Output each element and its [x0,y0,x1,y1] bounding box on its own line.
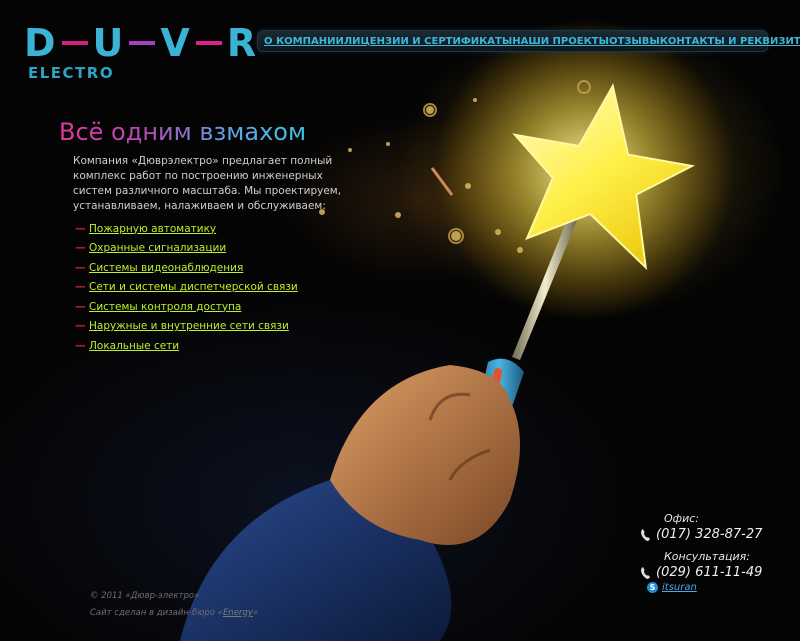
list-item: — Системы видеонаблюдения [75,258,298,278]
logo[interactable]: D U V R ELECTRO [24,24,257,82]
bullet-dash: — [75,300,86,313]
copyright: © 2011 «Дювр-электро» [90,591,200,601]
nav-item-about[interactable]: О КОМПАНИИ [264,36,344,47]
logo-dash [195,41,222,45]
service-link-access-control[interactable]: Системы контроля доступа [89,301,241,313]
skype-icon: S [647,582,658,593]
office-label: Офис: [664,512,699,525]
skype-row: S itsuran [640,582,780,593]
nav-item-reviews[interactable]: ОТЗЫВЫ [609,36,660,47]
consult-phone-row: (029) 611-11-49 [640,565,780,580]
list-item: — Сети и системы диспетчерской связи [75,278,298,298]
nav-item-projects[interactable]: НАШИ ПРОЕКТЫ [512,36,609,47]
logo-letter: V [160,21,191,65]
logo-subtitle: ELECTRO [28,64,115,82]
services-list: — Пожарную автоматику — Охранные сигнализа… [75,219,298,356]
phone-icon [641,566,650,579]
intro-text: Компания «Дюврэлектро» предлагает полный… [73,155,342,212]
contacts-block: Офис: (017) 328-87-27 Консультация: (029… [640,512,780,593]
logo-wordmark: D U V R [24,24,257,62]
consult-label: Консультация: [664,550,750,563]
credit-prefix: Сайт сделан в дизайн-бюро « [90,608,223,618]
list-item: — Системы контроля доступа [75,297,298,317]
service-link-network-cabling[interactable]: Наружные и внутренние сети связи [89,320,289,332]
bullet-dash: — [75,242,86,255]
list-item: — Пожарную автоматику [75,219,298,239]
list-item: — Наружные и внутренние сети связи [75,317,298,337]
service-link-security-alarms[interactable]: Охранные сигнализации [89,242,226,254]
bullet-dash: — [75,281,86,294]
service-link-dispatch-systems[interactable]: Сети и системы диспетчерской связи [89,281,298,293]
list-item: — Локальные сети [75,336,298,356]
credit-link[interactable]: Energy [223,608,253,618]
footer: © 2011 «Дювр-электро» Сайт сделан в диза… [90,588,258,622]
nav-item-licenses[interactable]: ЛИЦЕНЗИИ И СЕРТИФИКАТЫ [344,36,512,47]
office-phone[interactable]: (017) 328-87-27 [656,527,762,542]
bullet-dash: — [75,320,86,333]
page-title: Всё одним взмахом [59,118,307,146]
credit: Сайт сделан в дизайн-бюро «Energy» [90,605,258,622]
logo-dash [129,41,156,45]
nav-item-contacts[interactable]: КОНТАКТЫ И РЕКВИЗИТЫ [660,36,800,47]
list-item: — Охранные сигнализации [75,239,298,259]
phone-icon [641,528,650,541]
logo-letter: R [226,21,258,65]
consult-phone[interactable]: (029) 611-11-49 [656,565,762,580]
bullet-dash: — [75,339,86,352]
service-link-video-surveillance[interactable]: Системы видеонаблюдения [89,262,243,274]
bullet-dash: — [75,261,86,274]
logo-dash [61,41,88,45]
bullet-dash: — [75,222,86,235]
office-phone-row: (017) 328-87-27 [640,527,780,542]
service-link-local-networks[interactable]: Локальные сети [89,340,179,352]
credit-suffix: » [252,608,259,618]
logo-letter: U [92,21,125,65]
main-nav: О КОМПАНИИ ЛИЦЕНЗИИ И СЕРТИФИКАТЫ НАШИ П… [257,30,800,52]
logo-letter: D [24,21,57,65]
skype-link[interactable]: itsuran [662,582,697,593]
service-link-fire-automation[interactable]: Пожарную автоматику [89,223,216,235]
